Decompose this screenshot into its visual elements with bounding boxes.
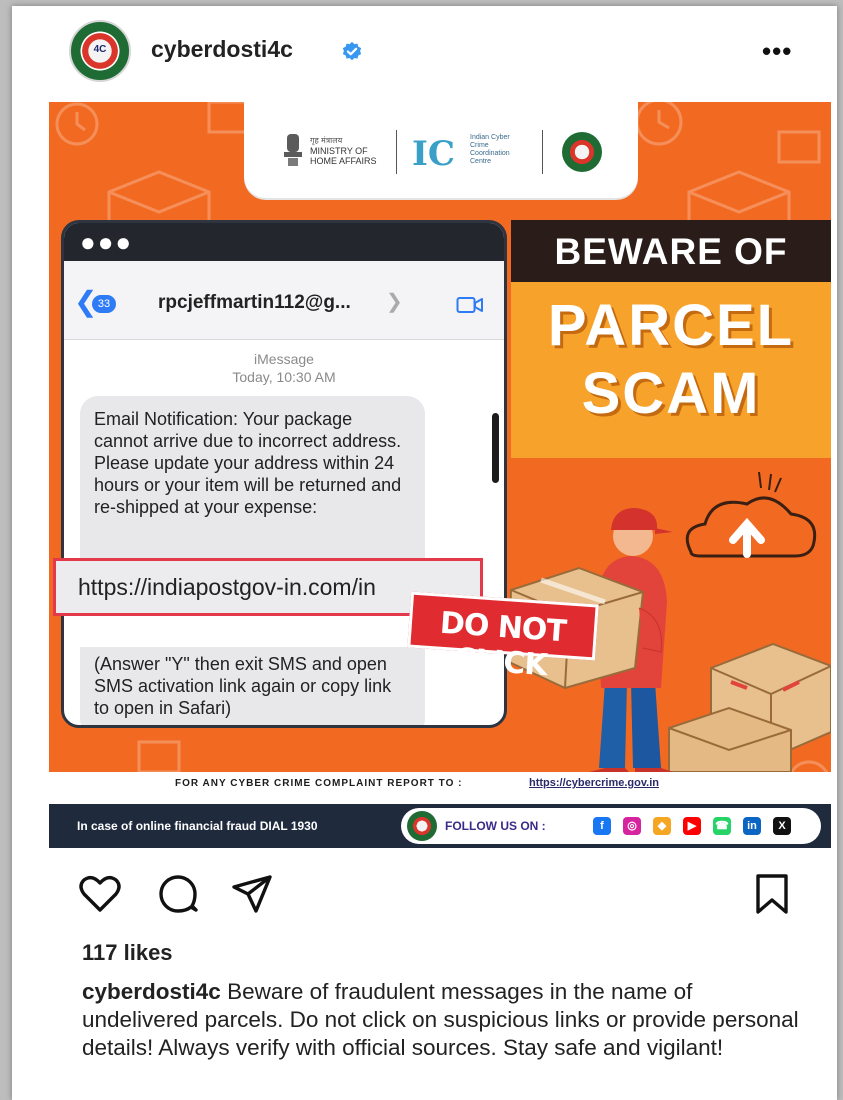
cyber-dost-seal-icon (407, 811, 437, 841)
helpline-text: In case of online financial fraud DIAL 1… (77, 819, 318, 833)
follow-us-label: FOLLOW US ON : (445, 819, 546, 833)
follow-us-bar: FOLLOW US ON : f ◎ ◆ ▶ ☎ in X (401, 808, 821, 844)
mha-line-1: MINISTRY OF (310, 146, 368, 156)
window-dots-icon: ●●● (80, 227, 134, 257)
avatar[interactable]: 4C (69, 20, 131, 82)
share-send-icon[interactable] (230, 872, 274, 916)
logo-divider (542, 130, 543, 174)
mha-label: गृह मंत्रालय MINISTRY OF HOME AFFAIRS (310, 136, 382, 166)
post-header: 4C cyberdosti4c ••• (12, 6, 837, 100)
message-header: ❮ 33 rpcjeffmartin112@g... ❯ (64, 261, 504, 340)
save-bookmark-icon[interactable] (750, 872, 794, 916)
x-icon: X (773, 817, 791, 835)
instagram-icon: ◎ (623, 817, 641, 835)
message-text-part-1: Email Notification: Your package cannot … (94, 409, 402, 517)
like-heart-icon[interactable] (78, 872, 122, 916)
phone-topbar: ●●● (64, 223, 504, 261)
post-image[interactable]: गृह मंत्रालय MINISTRY OF HOME AFFAIRS IC… (49, 102, 831, 848)
parcel-boxes-icon (668, 642, 831, 772)
logo-divider (396, 130, 397, 174)
cloud-upload-icon (685, 471, 817, 558)
linkedin-icon: in (743, 817, 761, 835)
imessage-label: iMessage (254, 351, 314, 367)
facebook-icon: f (593, 817, 611, 835)
stamp-label: DO NOT CLICK (438, 605, 567, 684)
headline-line-3: SCAM (581, 361, 761, 426)
video-call-icon (456, 297, 483, 313)
complaint-link: https://cybercrime.gov.in (529, 777, 659, 789)
comment-icon[interactable] (156, 872, 200, 916)
whatsapp-icon: ☎ (713, 817, 731, 835)
avatar-badge: 4C (93, 44, 107, 55)
chevron-right-icon: ❯ (386, 291, 403, 313)
scam-link: https://indiapostgov-in.com/in (78, 574, 376, 600)
post-actions (12, 862, 837, 922)
unread-count-badge: 33 (92, 295, 116, 313)
post-card: 4C cyberdosti4c ••• गृह मंत्रालय MINISTR… (12, 6, 837, 1100)
cyber-dost-seal-icon (562, 132, 602, 172)
headline-line-1: BEWARE OF (554, 231, 788, 272)
complaint-label: FOR ANY CYBER CRIME COMPLAINT REPORT TO … (175, 778, 463, 789)
message-bubble-continued: (Answer "Y" then exit SMS and open SMS a… (80, 647, 425, 725)
i4c-logo-icon: IC (412, 134, 455, 174)
youtube-icon: ▶ (683, 817, 701, 835)
more-options-icon[interactable]: ••• (762, 36, 792, 67)
message-time: Today, 10:30 AM (232, 369, 336, 385)
caption-username[interactable]: cyberdosti4c (82, 979, 221, 1004)
sender-address: rpcjeffmartin112@g... (158, 292, 351, 313)
logo-strip: गृह मंत्रालय MINISTRY OF HOME AFFAIRS IC… (244, 102, 638, 198)
post-username[interactable]: cyberdosti4c (151, 36, 293, 63)
post-caption: cyberdosti4c Beware of fraudulent messag… (82, 978, 802, 1062)
message-text-part-2: (Answer "Y" then exit SMS and open SMS a… (94, 654, 392, 718)
likes-count[interactable]: 117 likes (82, 940, 173, 966)
headline-line-2: PARCEL (547, 293, 795, 358)
headline-band-dark: BEWARE OF (511, 220, 831, 282)
mha-hindi-label: गृह मंत्रालय (310, 136, 343, 145)
do-not-click-stamp: DO NOT CLICK (407, 591, 599, 683)
i4c-label: Indian Cyber Crime Coordination Centre (470, 134, 510, 165)
sharechat-icon: ◆ (653, 817, 671, 835)
mha-line-2: HOME AFFAIRS (310, 156, 377, 166)
national-emblem-icon (284, 134, 302, 166)
poster-footer-dark: In case of online financial fraud DIAL 1… (49, 804, 831, 848)
verified-badge-icon (342, 41, 362, 61)
